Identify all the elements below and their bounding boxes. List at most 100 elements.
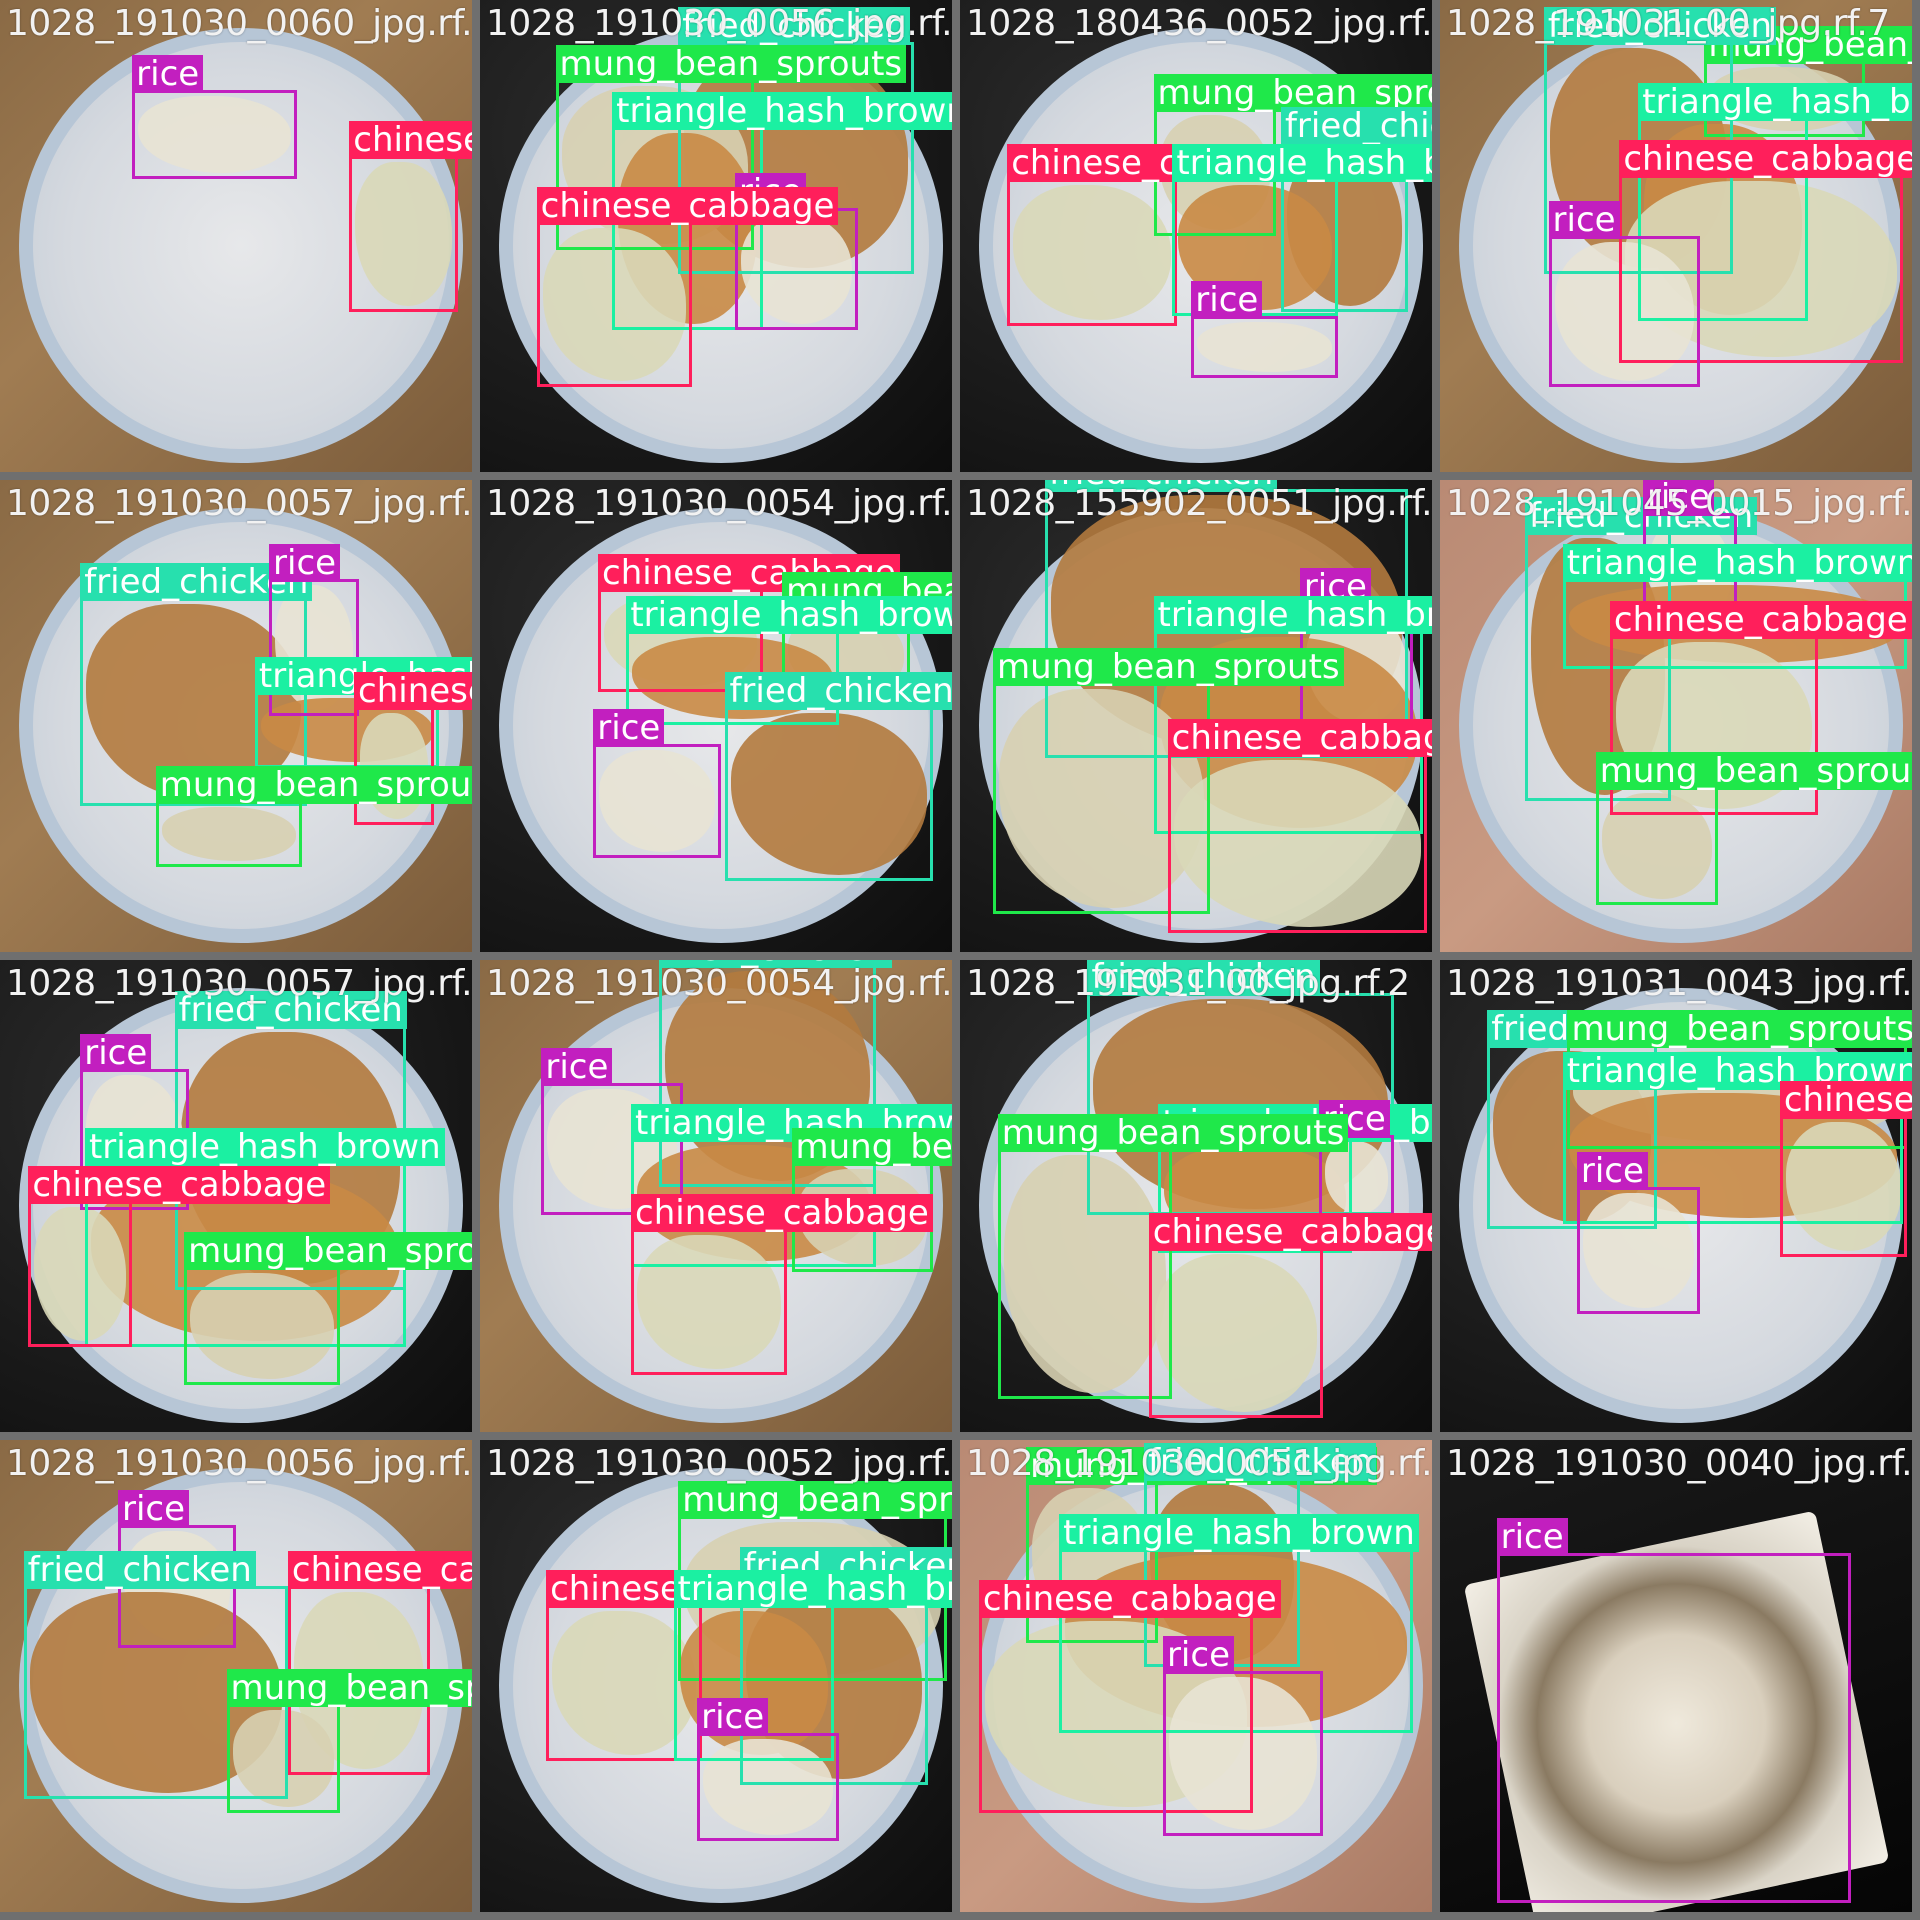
detection-box-chinese-cabbage: chinese_cabbage bbox=[1779, 1080, 1912, 1258]
tile-filename: 1028_191030_0056_jpg.rf.0 bbox=[486, 3, 960, 44]
detection-box-rice: rice bbox=[1496, 1518, 1851, 1903]
detection-box-chinese-cabbage: chinese_cabbage bbox=[1007, 144, 1310, 326]
detection-class-label: chinese_cabbage bbox=[536, 186, 839, 225]
mosaic-tile: fried_chickenricetriangle_hash_brownmung… bbox=[960, 480, 1440, 960]
mosaic-tile: fried_chickenmung_bean_sproutstriangle_h… bbox=[480, 0, 960, 480]
tile-filename: 1028_191031_00_jpg.rf.2 bbox=[966, 963, 1410, 1004]
detection-class-label: chinese_cabbage bbox=[1148, 1212, 1432, 1251]
detection-box-rice: rice bbox=[1548, 201, 1700, 388]
detection-class-label: mung_bean_sprouts bbox=[155, 765, 472, 804]
detection-class-label: triangle_hash_brown bbox=[673, 1570, 952, 1609]
detection-class-label: rice bbox=[269, 544, 341, 583]
detection-box-chinese-cabbage: chinese_cabbage bbox=[631, 1194, 933, 1376]
detection-box-rice: rice bbox=[1162, 1636, 1324, 1837]
tile-filename: 1028_191045_0015_jpg.rf.1 bbox=[1446, 483, 1920, 524]
mosaic-tile: mung_bean_sproutschinese_cabbagefried_ch… bbox=[480, 1440, 960, 1920]
detection-class-label: chinese_cabbage bbox=[1779, 1080, 1912, 1119]
tile-filename: 1028_191031_00_jpg.rf.7 bbox=[1446, 3, 1890, 44]
detection-box-rice: rice bbox=[697, 1697, 839, 1842]
detection-class-label: rice bbox=[132, 54, 204, 93]
mosaic-tile: mung_bean_sproutsfried_chickenchinese_ca… bbox=[960, 0, 1440, 480]
tile-filename: 1028_180436_0052_jpg.rf.7 bbox=[966, 3, 1440, 44]
detection-class-label: rice bbox=[118, 1489, 190, 1528]
tile-filename: 1028_191030_0054_jpg.rf.1 bbox=[486, 963, 960, 1004]
detection-class-label: triangle_hash_brown bbox=[626, 596, 952, 635]
detection-box-rice: rice bbox=[132, 54, 298, 180]
detection-class-label: mung_bean_sprouts bbox=[1567, 1009, 1912, 1048]
detection-class-label: chinese_cabbage bbox=[28, 1165, 331, 1204]
detection-class-label: chinese_cabbage bbox=[978, 1579, 1281, 1618]
tile-filename: 1028_155902_0051_jpg.rf.b bbox=[966, 483, 1440, 524]
detection-class-label: chinese_cabbage bbox=[287, 1551, 472, 1590]
detection-class-label: mung_bean_sprouts bbox=[997, 1113, 1349, 1152]
mosaic-tile: mung_bean_sproutsfried_chickentriangle_h… bbox=[1440, 0, 1920, 480]
tile-filename: 1028_191030_0057_jpg.rf.3 bbox=[6, 483, 480, 524]
mosaic-tile: rice 1028_191030_0040_jpg.rf.9 bbox=[1440, 1440, 1920, 1920]
mosaic-tile: fried_chickenricetriangle_hash_brownchin… bbox=[0, 960, 480, 1440]
detection-class-label: mung_bean_sprouts bbox=[678, 1480, 952, 1519]
detection-box-chinese-cabbage: chinese_cabbage bbox=[28, 1165, 331, 1348]
detection-class-label: triangle_hash_brown bbox=[1153, 596, 1432, 635]
detection-class-label: chinese_cabbage bbox=[1167, 718, 1432, 757]
detection-class-label: rice bbox=[1496, 1518, 1568, 1557]
detection-box-rice: rice bbox=[1576, 1151, 1700, 1314]
mosaic-tile: fried_chickentriangle_hash_brownricemung… bbox=[960, 960, 1440, 1440]
detection-box-chinese-cabbage: chinese_cabbage bbox=[349, 120, 472, 312]
detection-box-fried-chicken: fried_chicken bbox=[725, 671, 952, 882]
tile-filename: 1028_191030_0051_jpg.rf.a bbox=[966, 1443, 1440, 1484]
detection-class-label: mung_bean_sprouts bbox=[184, 1231, 472, 1270]
detection-box-mung-bean-sprouts: mung_bean_sprouts bbox=[226, 1669, 472, 1813]
detection-class-label: rice bbox=[593, 709, 665, 748]
detection-class-label: chinese_cabbage bbox=[349, 120, 472, 159]
detection-box-mung-bean-sprouts: mung_bean_sprouts bbox=[1595, 751, 1912, 905]
mosaic-tile: chinese_cabbagemung_bean_sproutstriangle… bbox=[480, 480, 960, 960]
mosaic-tile: rice fried_chicken chinese_cabbage mung_bea… bbox=[0, 1440, 480, 1920]
detection-class-label: triangle_hash_brown bbox=[1172, 144, 1432, 183]
detection-class-label: rice bbox=[80, 1033, 152, 1072]
detection-class-label: chinese_cabbage bbox=[354, 671, 472, 710]
detection-class-label: fried_chicken bbox=[725, 671, 952, 710]
detection-class-label: rice bbox=[697, 1697, 769, 1736]
mosaic-tile: fried_chickenricetriangle_hash_brownchin… bbox=[0, 480, 480, 960]
detection-box-chinese-cabbage: chinese_cabbage bbox=[536, 186, 839, 388]
detection-box-mung-bean-sprouts: mung_bean_sprouts bbox=[997, 1113, 1349, 1399]
detection-class-label: fried_chicken bbox=[1280, 106, 1432, 145]
detection-class-label: chinese_cabbage bbox=[631, 1194, 933, 1233]
mosaic-tile: fried_chickenmung_bean_sproutstriangle_h… bbox=[1440, 960, 1920, 1440]
tile-filename: 1028_191030_0040_jpg.rf.9 bbox=[1446, 1443, 1920, 1484]
detection-box-mung-bean-sprouts: mung_bean_sprouts bbox=[155, 765, 472, 868]
detection-class-label: rice bbox=[1162, 1636, 1234, 1675]
detection-class-label: mung_bean_sprouts bbox=[791, 1127, 952, 1166]
tile-filename: 1028_191030_0054_jpg.rf.9 bbox=[486, 483, 960, 524]
detection-box-rice: rice bbox=[734, 172, 858, 331]
tile-filename: 1028_191031_0043_jpg.rf.9 bbox=[1446, 963, 1920, 1004]
detection-box-rice: rice bbox=[1191, 281, 1338, 378]
mosaic-grid: ricechinese_cabbage1028_191030_0060_jpg.… bbox=[0, 0, 1920, 1920]
tile-filename: 1028_191030_0060_jpg.rf.7 bbox=[6, 3, 480, 44]
mosaic-tile: fried_chickenricetriangle_hash_brownchin… bbox=[1440, 480, 1920, 960]
detection-class-label: mung_bean_sprouts bbox=[1595, 751, 1912, 790]
tile-filename: 1028_191030_0057_jpg.rf.0 bbox=[6, 963, 480, 1004]
tile-filename: 1028_191030_0056_jpg.rf.8 bbox=[6, 1443, 480, 1484]
detection-class-label: fried_chicken bbox=[23, 1551, 256, 1590]
detection-class-label: chinese_cabbage bbox=[1619, 139, 1912, 178]
tile-filename: 1028_191030_0052_jpg.rf.8 bbox=[486, 1443, 960, 1484]
detection-class-label: triangle_hash_brown bbox=[1059, 1513, 1419, 1552]
mosaic-tile: fried_chickenricetriangle_hash_brownmung… bbox=[480, 960, 960, 1440]
detection-class-label: rice bbox=[1191, 281, 1263, 320]
detection-box-chinese-cabbage: chinese_cabbage bbox=[1148, 1212, 1432, 1418]
detection-class-label: triangle_hash_brown bbox=[1562, 544, 1912, 583]
detection-box-rice: rice bbox=[593, 709, 721, 858]
detection-class-label: rice bbox=[1548, 201, 1620, 239]
detection-class-label: triangle_hash_brown bbox=[84, 1127, 445, 1166]
detection-class-label: triangle_hash_brown bbox=[1638, 83, 1912, 121]
detection-box-chinese-cabbage: chinese_cabbage bbox=[1167, 718, 1432, 934]
detection-class-label: mung_bean_sprouts bbox=[993, 647, 1344, 686]
detection-class-label: mung_bean_sprouts bbox=[226, 1669, 472, 1708]
detection-class-label: mung_bean_sprouts bbox=[555, 45, 907, 84]
detection-class-label: triangle_hash_brown bbox=[612, 92, 952, 131]
detection-class-label: chinese_cabbage bbox=[1609, 600, 1912, 639]
detection-class-label: rice bbox=[1576, 1151, 1648, 1190]
mosaic-tile: rice chinese_cabbage 1028_191030_0060_jpg.… bbox=[0, 0, 480, 480]
mosaic-tile: mung_bean_sproutsfried_chickentriangle_h… bbox=[960, 1440, 1440, 1920]
